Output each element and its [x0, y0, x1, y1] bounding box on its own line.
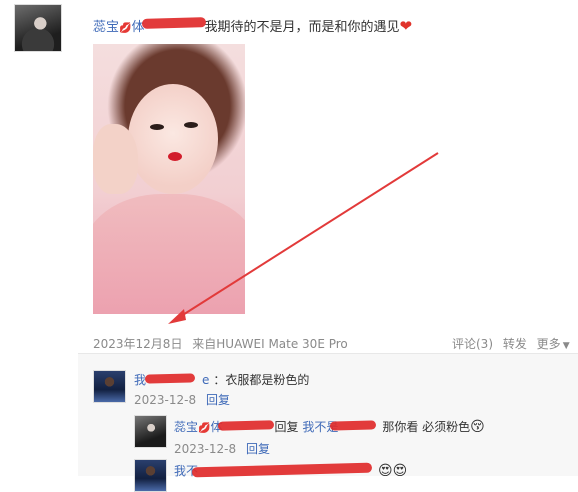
heart-eyes-emoji-icon: 😍😍	[378, 463, 408, 479]
comment-button[interactable]: 评论(3)	[452, 337, 493, 351]
reply-avatar[interactable]	[134, 415, 167, 448]
post-actions: 评论(3) 转发 更多 ▼	[452, 335, 570, 352]
author-avatar[interactable]	[14, 4, 62, 52]
post-header: 蕊宝💋体 我期待的不是月，而是和你的遇见❤	[93, 16, 412, 35]
post-meta: 2023年12月8日 来自HUAWEI Mate 30E Pro	[93, 335, 348, 352]
post-text: 我期待的不是月，而是和你的遇见	[204, 20, 400, 35]
more-button[interactable]: 更多 ▼	[537, 337, 570, 351]
post-date[interactable]: 2023年12月8日	[93, 337, 182, 351]
post-photo[interactable]	[93, 44, 245, 314]
smile-emoji-icon: 😚	[470, 419, 485, 435]
comment-avatar[interactable]	[93, 370, 126, 403]
heart-icon: ❤	[399, 17, 413, 35]
lips-icon: 💋	[198, 423, 211, 434]
reply-author[interactable]: 蕊宝	[174, 420, 198, 434]
author-name[interactable]: 蕊宝	[93, 20, 119, 35]
redaction-mark	[144, 373, 196, 384]
redaction-mark	[141, 17, 207, 29]
comment-text: ：衣服都是粉色的	[213, 373, 310, 387]
redaction-mark	[217, 420, 275, 431]
reply-button[interactable]: 回复	[246, 442, 270, 456]
more-label: 更多	[536, 337, 561, 351]
reply-date: 2023-12-8	[174, 442, 237, 456]
reply-meta: 2023-12-8 回复	[174, 440, 270, 457]
reply-word: 回复	[274, 420, 299, 434]
reply-text: 那你看 必须粉色	[382, 420, 471, 434]
comment-meta: 2023-12-8 回复	[134, 391, 230, 408]
repost-button[interactable]: 转发	[503, 337, 527, 351]
chevron-down-icon: ▼	[562, 341, 570, 351]
comment-date: 2023-12-8	[134, 393, 197, 407]
comment-author-tail[interactable]: e	[202, 373, 209, 387]
post-source: 来自HUAWEI Mate 30E Pro	[192, 337, 348, 351]
redaction-mark	[329, 420, 377, 431]
lips-icon: 💋	[119, 23, 132, 34]
reply-button[interactable]: 回复	[206, 393, 230, 407]
